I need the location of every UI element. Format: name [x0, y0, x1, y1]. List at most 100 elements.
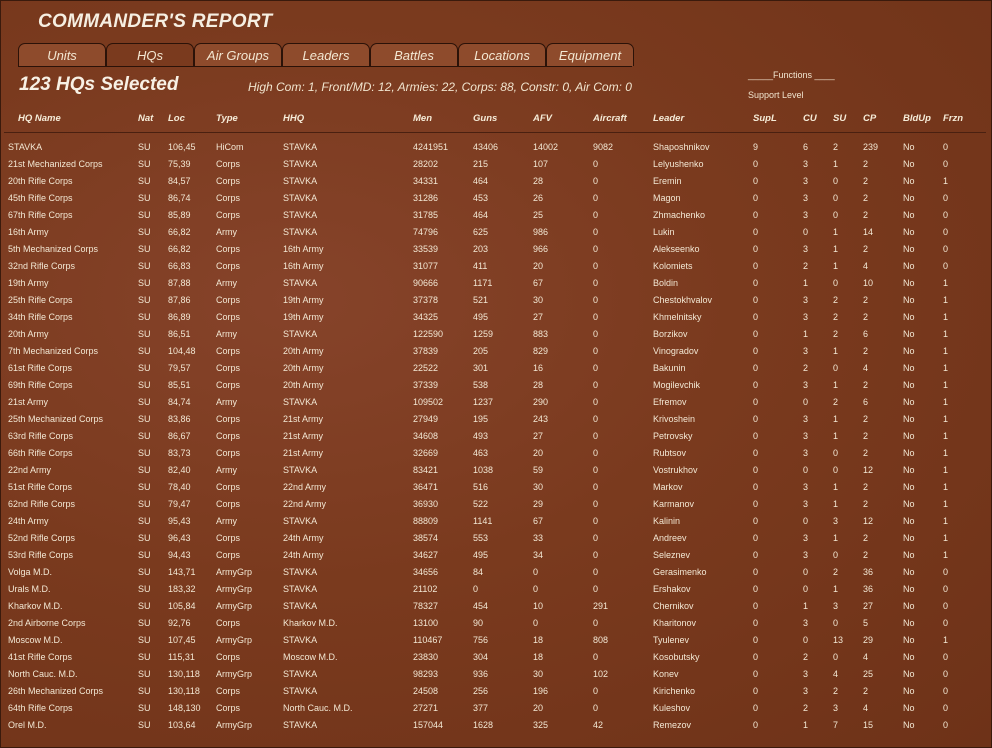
col-aircraft[interactable]: Aircraft [593, 113, 627, 124]
cell-hq-name: 22nd Army [8, 465, 52, 475]
cell-leader: Borzikov [653, 329, 688, 339]
table-row[interactable]: 63rd Rifle Corps SU 86,67 Corps 21st Army 346… [0, 429, 990, 446]
table-row[interactable]: 51st Rifle Corps SU 78,40 Corps 22nd Army 364… [0, 480, 990, 497]
table-row[interactable]: Moscow M.D. SU 107,45 ArmyGrp STAVKA 110467 75… [0, 633, 990, 650]
col-cp[interactable]: CP [863, 113, 876, 124]
tab-leaders[interactable]: Leaders [282, 43, 370, 66]
table-row[interactable]: 52nd Rifle Corps SU 96,43 Corps 24th Army 385… [0, 531, 990, 548]
table-row[interactable]: 21st Mechanized Corps SU 75,39 Corps STAVKA 2… [0, 157, 990, 174]
cell-supl: 0 [753, 448, 759, 458]
table-row[interactable]: 53rd Rifle Corps SU 94,43 Corps 24th Army 346… [0, 548, 990, 565]
table-row[interactable]: 66th Rifle Corps SU 83,73 Corps 21st Army 326… [0, 446, 990, 463]
cell-hq-name: 34th Rifle Corps [8, 312, 73, 322]
table-row[interactable]: Urals M.D. SU 183,32 ArmyGrp STAVKA 21102 0 0 0 E… [0, 582, 990, 599]
col-frzn[interactable]: Frzn [943, 113, 963, 124]
cell-hhq: 16th Army [283, 244, 324, 254]
cell-su: 1 [833, 533, 839, 543]
table-row[interactable]: 69th Rifle Corps SU 85,51 Corps 20th Army 373… [0, 378, 990, 395]
table-row[interactable]: 16th Army SU 66,82 Army STAVKA 74796 625 986 0 Lu… [0, 225, 990, 242]
cell-frzn: 0 [943, 669, 949, 679]
table-row[interactable]: 2nd Airborne Corps SU 92,76 Corps Kharkov M.… [0, 616, 990, 633]
table-row[interactable]: 61st Rifle Corps SU 79,57 Corps 20th Army 225… [0, 361, 990, 378]
cell-type: Corps [216, 533, 241, 543]
table-row[interactable]: 32nd Rifle Corps SU 66,83 Corps 16th Army 310… [0, 259, 990, 276]
table-row[interactable]: 41st Rifle Corps SU 115,31 Corps Moscow M.D.… [0, 650, 990, 667]
table-row[interactable]: North Cauc. M.D. SU 130,118 ArmyGrp STAVKA 98… [0, 667, 990, 684]
cell-hq-name: 32nd Rifle Corps [8, 261, 76, 271]
col-hhq[interactable]: HHQ [283, 113, 304, 124]
col-men[interactable]: Men [413, 113, 432, 124]
cell-loc: 84,57 [168, 176, 191, 186]
table-row[interactable]: 67th Rifle Corps SU 85,89 Corps STAVKA 31785 4… [0, 208, 990, 225]
cell-men: 33539 [413, 244, 439, 254]
col-su[interactable]: SU [833, 113, 846, 124]
col-type[interactable]: Type [216, 113, 238, 124]
col-supl[interactable]: SupL [753, 113, 777, 124]
cell-cu: 2 [803, 261, 809, 271]
cell-cu: 3 [803, 686, 809, 696]
table-row[interactable]: 19th Army SU 87,88 Army STAVKA 90666 1171 67 0 Bo… [0, 276, 990, 293]
tab-hqs[interactable]: HQs [106, 43, 194, 66]
cell-loc: 79,47 [168, 499, 191, 509]
table-row[interactable]: Kharkov M.D. SU 105,84 ArmyGrp STAVKA 78327 45… [0, 599, 990, 616]
cell-bldup: No [903, 448, 915, 458]
col-hq-name[interactable]: HQ Name [18, 113, 61, 124]
cell-cp: 2 [863, 533, 869, 543]
cell-guns: 936 [473, 669, 489, 679]
cell-hhq: Moscow M.D. [283, 652, 338, 662]
col-bldup[interactable]: BldUp [903, 113, 931, 124]
hq-summary: High Com: 1, Front/MD: 12, Armies: 22, C… [248, 80, 632, 94]
table-row[interactable]: 20th Rifle Corps SU 84,57 Corps STAVKA 34331 4… [0, 174, 990, 191]
cell-frzn: 1 [943, 346, 949, 356]
tab-units[interactable]: Units [18, 43, 106, 66]
col-nat[interactable]: Nat [138, 113, 153, 124]
col-leader[interactable]: Leader [653, 113, 684, 124]
table-row[interactable]: 20th Army SU 86,51 Army STAVKA 122590 1259 883 0… [0, 327, 990, 344]
cell-bldup: No [903, 703, 915, 713]
cell-nat: SU [138, 346, 151, 356]
cell-hhq: STAVKA [283, 567, 318, 577]
cell-leader: Shaposhnikov [653, 142, 710, 152]
table-row[interactable]: STAVKA SU 106,45 HiCom STAVKA 4241951 43406 140… [0, 140, 990, 157]
tab-battles[interactable]: Battles [370, 43, 458, 66]
cell-supl: 0 [753, 159, 759, 169]
tab-air-groups[interactable]: Air Groups [194, 43, 282, 66]
table-row[interactable]: 26th Mechanized Corps SU 130,118 Corps STAVK… [0, 684, 990, 701]
table-row[interactable]: 25th Mechanized Corps SU 83,86 Corps 21st Ar… [0, 412, 990, 429]
col-cu[interactable]: CU [803, 113, 817, 124]
table-row[interactable]: 21st Army SU 84,74 Army STAVKA 109502 1237 290 0… [0, 395, 990, 412]
table-row[interactable]: 7th Mechanized Corps SU 104,48 Corps 20th Ar… [0, 344, 990, 361]
cell-hq-name: STAVKA [8, 142, 43, 152]
cell-type: Army [216, 329, 237, 339]
cell-guns: 1628 [473, 720, 494, 730]
table-row[interactable]: 24th Army SU 95,43 Army STAVKA 88809 1141 67 0 Ka… [0, 514, 990, 531]
cell-hq-name: 5th Mechanized Corps [8, 244, 99, 254]
table-row[interactable]: 62nd Rifle Corps SU 79,47 Corps 22nd Army 369… [0, 497, 990, 514]
col-loc[interactable]: Loc [168, 113, 185, 124]
cell-aircraft: 0 [593, 567, 599, 577]
cell-men: 31785 [413, 210, 439, 220]
cell-afv: 0 [533, 567, 539, 577]
table-row[interactable]: Volga M.D. SU 143,71 ArmyGrp STAVKA 34656 84 0 0… [0, 565, 990, 582]
col-afv[interactable]: AFV [533, 113, 552, 124]
cell-leader: Bakunin [653, 363, 686, 373]
table-row[interactable]: 25th Rifle Corps SU 87,86 Corps 19th Army 373… [0, 293, 990, 310]
cell-nat: SU [138, 499, 151, 509]
cell-guns: 553 [473, 533, 489, 543]
table-row[interactable]: Orel M.D. SU 103,64 ArmyGrp STAVKA 157044 1628… [0, 718, 990, 735]
cell-leader: Vostrukhov [653, 465, 698, 475]
table-row[interactable]: 34th Rifle Corps SU 86,89 Corps 19th Army 343… [0, 310, 990, 327]
col-guns[interactable]: Guns [473, 113, 497, 124]
cell-loc: 79,57 [168, 363, 191, 373]
cell-frzn: 1 [943, 635, 949, 645]
cell-cp: 4 [863, 261, 869, 271]
table-row[interactable]: 22nd Army SU 82,40 Army STAVKA 83421 1038 59 0 Vo… [0, 463, 990, 480]
support-level-label[interactable]: Support Level [748, 90, 804, 100]
table-row[interactable]: 64th Rifle Corps SU 148,130 Corps North Cauc… [0, 701, 990, 718]
table-row[interactable]: 5th Mechanized Corps SU 66,82 Corps 16th Arm… [0, 242, 990, 259]
table-row[interactable]: 45th Rifle Corps SU 86,74 Corps STAVKA 31286 4… [0, 191, 990, 208]
cell-leader: Efremov [653, 397, 687, 407]
tab-equipment[interactable]: Equipment [546, 43, 634, 66]
tab-locations[interactable]: Locations [458, 43, 546, 66]
cell-type: Army [216, 465, 237, 475]
